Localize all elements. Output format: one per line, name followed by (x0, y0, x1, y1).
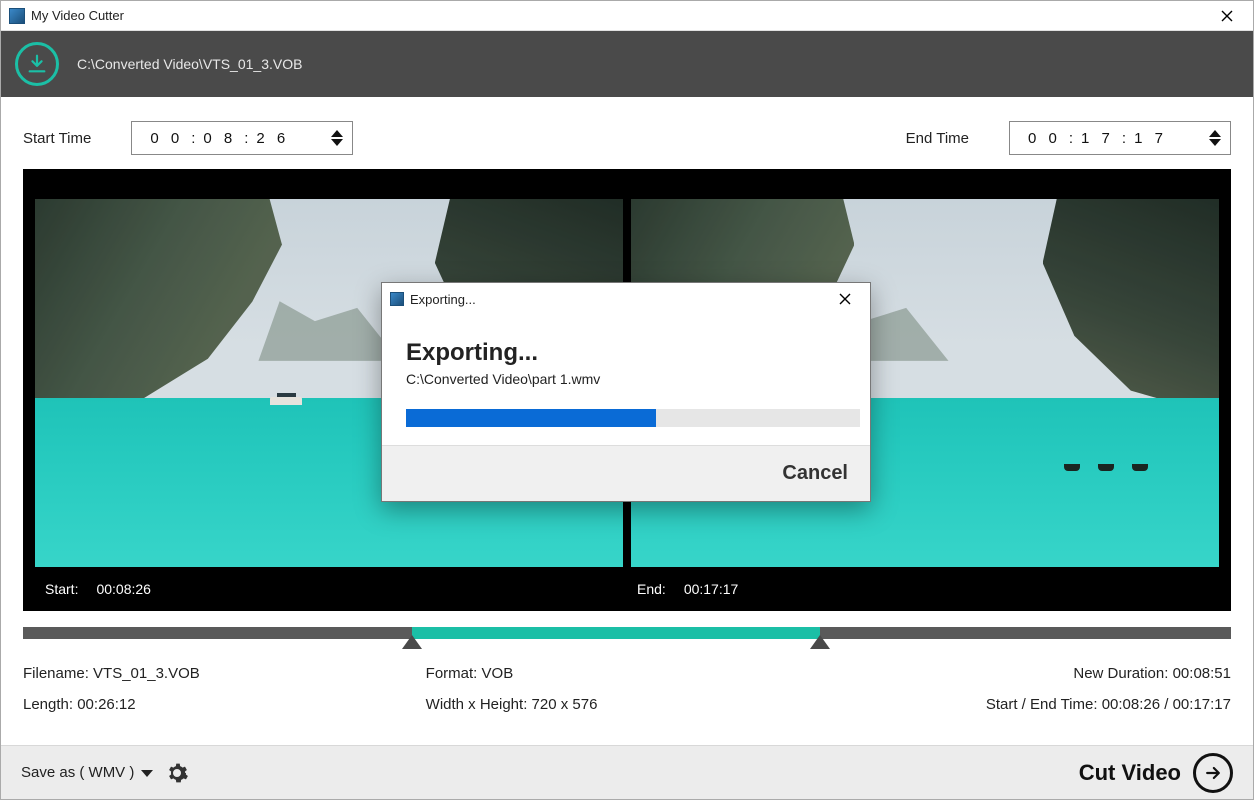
window-title: My Video Cutter (31, 8, 1207, 23)
load-file-button[interactable] (15, 42, 59, 86)
cut-video-button[interactable]: Cut Video (1079, 753, 1233, 793)
end-time-label: End Time (906, 130, 969, 147)
app-icon (9, 8, 25, 24)
arrow-right-circle-icon (1193, 753, 1233, 793)
gear-icon (165, 761, 189, 785)
dialog-heading: Exporting... (406, 339, 846, 367)
start-time-spinner[interactable] (328, 124, 348, 152)
end-time-group: End Time 0 0: 1 7: 1 7 (906, 121, 1231, 155)
save-as-group: Save as ( WMV ) (21, 761, 189, 785)
dialog-footer: Cancel (382, 445, 870, 501)
start-time-value: 0 0: 0 8: 2 6 (150, 130, 328, 147)
trim-bar[interactable] (23, 623, 1231, 647)
end-time-value: 0 0: 1 7: 1 7 (1028, 130, 1206, 147)
start-time-input[interactable]: 0 0: 0 8: 2 6 (131, 121, 353, 155)
progress-fill (406, 409, 656, 427)
start-time-label: Start Time (23, 130, 91, 147)
start-time-group: Start Time 0 0: 0 8: 2 6 (23, 121, 353, 155)
settings-button[interactable] (165, 761, 189, 785)
time-row: Start Time 0 0: 0 8: 2 6 End Time 0 0: 1… (1, 97, 1253, 169)
info-length: Length: 00:26:12 (23, 696, 426, 713)
info-format: Format: VOB (426, 665, 829, 682)
dialog-title: Exporting... (410, 292, 826, 307)
file-info: Filename: VTS_01_3.VOB Format: VOB New D… (1, 649, 1253, 717)
trim-selection[interactable] (412, 627, 820, 639)
chevron-down-icon (141, 770, 153, 777)
header-bar: C:\Converted Video\VTS_01_3.VOB (1, 31, 1253, 97)
window-close-button[interactable] (1207, 1, 1247, 30)
end-time-input[interactable]: 0 0: 1 7: 1 7 (1009, 121, 1231, 155)
save-as-dropdown[interactable]: Save as ( WMV ) (21, 764, 153, 781)
download-icon (26, 53, 48, 75)
preview-end-label: End: 00:17:17 (627, 581, 738, 597)
end-time-spinner[interactable] (1206, 124, 1226, 152)
preview-overlay: Start: 00:08:26 End: 00:17:17 (23, 567, 1231, 611)
footer-bar: Save as ( WMV ) Cut Video (1, 745, 1253, 799)
dialog-body: Exporting... C:\Converted Video\part 1.w… (382, 315, 870, 445)
trim-handle-end[interactable] (810, 635, 830, 649)
dialog-title-bar: Exporting... (382, 283, 870, 315)
preview-start-label: Start: 00:08:26 (45, 581, 151, 597)
dialog-close-button[interactable] (826, 283, 864, 315)
cancel-button[interactable]: Cancel (782, 462, 848, 485)
info-filename: Filename: VTS_01_3.VOB (23, 665, 426, 682)
info-start-end: Start / End Time: 00:08:26 / 00:17:17 (828, 696, 1231, 713)
trim-handle-start[interactable] (402, 635, 422, 649)
cut-video-label: Cut Video (1079, 760, 1181, 786)
export-path: C:\Converted Video\part 1.wmv (406, 371, 846, 387)
close-icon (1221, 10, 1233, 22)
export-dialog: Exporting... Exporting... C:\Converted V… (381, 282, 871, 502)
app-icon (390, 292, 404, 306)
close-icon (839, 293, 851, 305)
source-filepath: C:\Converted Video\VTS_01_3.VOB (77, 56, 302, 72)
info-new-duration: New Duration: 00:08:51 (828, 665, 1231, 682)
info-dimensions: Width x Height: 720 x 576 (426, 696, 829, 713)
export-progress (406, 409, 860, 427)
title-bar: My Video Cutter (1, 1, 1253, 31)
